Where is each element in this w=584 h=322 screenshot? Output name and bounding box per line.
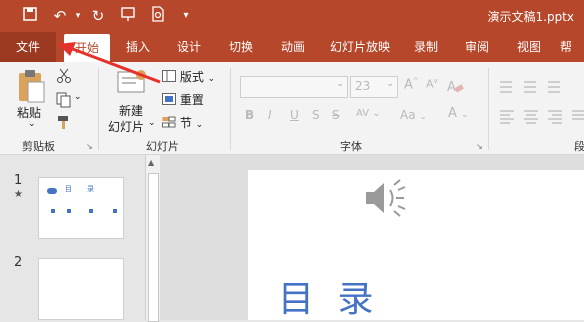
annotation-arrow	[58, 42, 161, 84]
